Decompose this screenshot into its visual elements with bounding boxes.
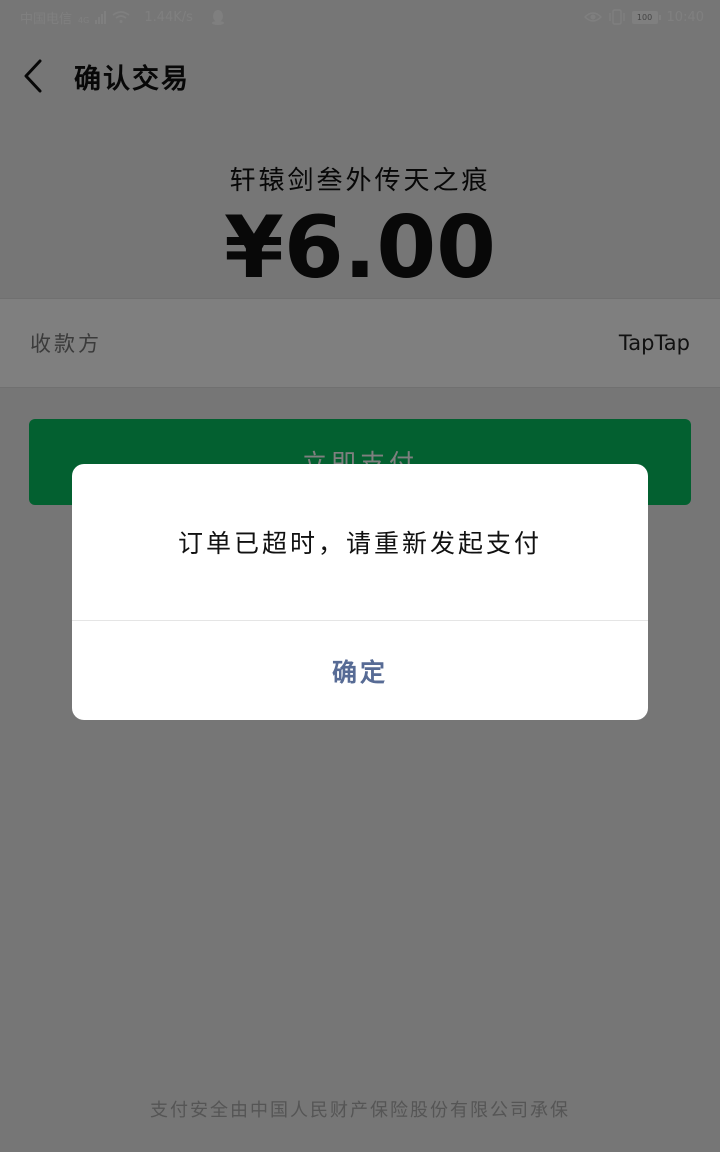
dialog-message: 订单已超时，请重新发起支付: [177, 529, 542, 558]
confirm-button[interactable]: 确定: [72, 621, 648, 720]
timeout-dialog: 订单已超时，请重新发起支付 确定: [72, 464, 648, 720]
